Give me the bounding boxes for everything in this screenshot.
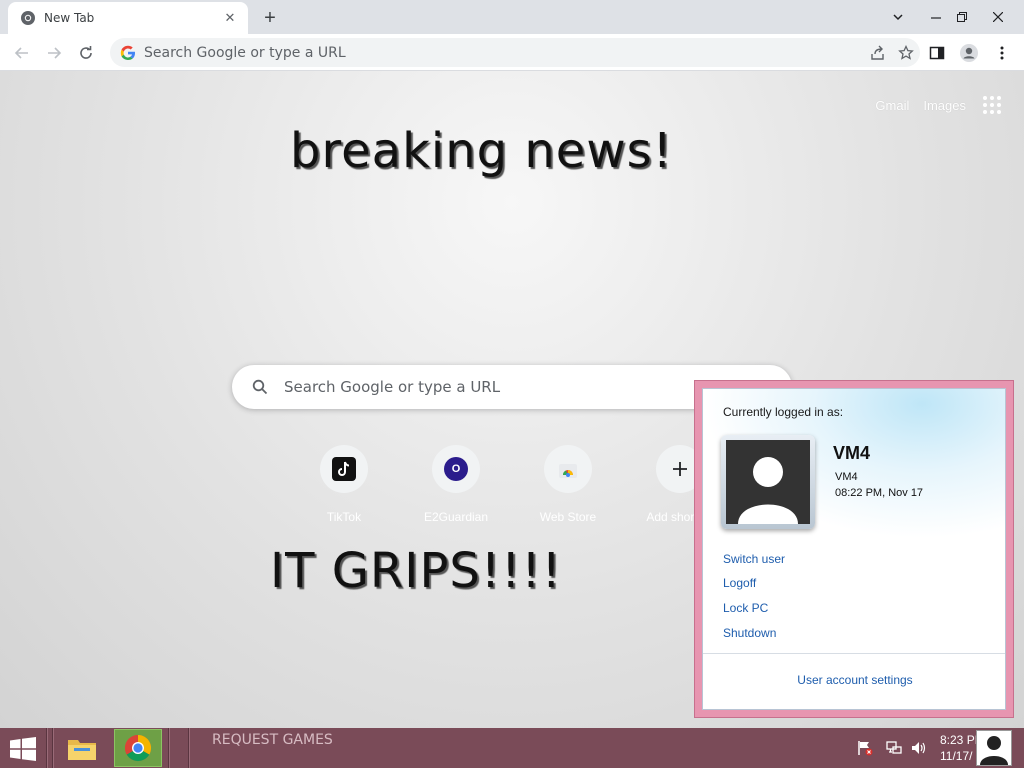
clock-time: 8:23 PM: [940, 733, 978, 747]
username: VM4: [833, 443, 871, 463]
request-games-button[interactable]: REQUEST GAMES: [212, 732, 333, 748]
forward-icon: [48, 47, 62, 59]
profile-button[interactable]: [955, 39, 983, 67]
gmail-link[interactable]: Gmail: [875, 98, 909, 113]
switch-user-link[interactable]: Switch user: [723, 552, 785, 566]
top-links: Gmail Images: [875, 93, 1004, 117]
file-explorer-icon: [68, 740, 96, 760]
tab-new-tab[interactable]: New Tab ✕: [8, 2, 248, 34]
shutdown-link[interactable]: Shutdown: [723, 626, 776, 640]
restore-icon: [957, 12, 967, 22]
google-g-icon: [120, 45, 136, 61]
windows-logo-icon: [10, 737, 36, 761]
shortcut-tiktok[interactable]: TikTok: [288, 445, 400, 524]
shortcut-e2guardian[interactable]: O E2Guardian: [400, 445, 512, 524]
close-icon[interactable]: ✕: [222, 10, 238, 26]
side-panel-icon: [929, 46, 945, 60]
logoff-link[interactable]: Logoff: [723, 576, 756, 590]
share-icon[interactable]: [864, 39, 892, 67]
reload-button[interactable]: [72, 39, 100, 67]
tab-search-button[interactable]: [882, 0, 914, 34]
shortcut-label: E2Guardian: [423, 510, 489, 524]
clock-date: 11/17/: [940, 749, 973, 763]
chrome-icon: [20, 10, 36, 26]
minimize-icon: [931, 17, 941, 19]
divider: [703, 653, 1005, 654]
shortcut-label: TikTok: [326, 510, 362, 524]
window-close-button[interactable]: [982, 0, 1014, 34]
omnibox-placeholder: Search Google or type a URL: [144, 44, 346, 61]
user-subtitle: VM4: [835, 471, 858, 483]
browser-toolbar: Search Google or type a URL: [0, 34, 1024, 71]
it-grips-text: IT GRIPS!!!!: [270, 543, 562, 599]
login-time: 08:22 PM, Nov 17: [835, 487, 924, 499]
network-icon[interactable]: [885, 739, 903, 757]
search-icon: [250, 377, 270, 397]
tiktok-icon: [320, 445, 368, 493]
restore-button[interactable]: [946, 0, 978, 34]
apps-grid-icon[interactable]: [980, 93, 1004, 117]
images-link[interactable]: Images: [923, 98, 966, 113]
breaking-news-text: breaking news!: [290, 123, 673, 179]
volume-icon[interactable]: [910, 739, 928, 757]
shortcut-web-store[interactable]: Web Store: [512, 445, 624, 524]
omnibox[interactable]: Search Google or type a URL: [110, 38, 920, 67]
back-button[interactable]: [8, 39, 36, 67]
kebab-menu-icon: [1000, 46, 1004, 60]
tab-title: New Tab: [44, 11, 95, 25]
chrome-taskbar-button[interactable]: [114, 729, 162, 767]
action-center-flag-icon[interactable]: [856, 739, 874, 757]
taskbar-grip[interactable]: [52, 728, 54, 768]
user-silhouette-icon: [726, 440, 810, 524]
user-account-settings-link[interactable]: User account settings: [703, 673, 1005, 687]
user-account-popup: Currently logged in as: VM4 VM4 08:22 PM…: [694, 380, 1014, 718]
user-avatar-icon[interactable]: [976, 730, 1012, 766]
webstore-icon: [544, 445, 592, 493]
star-icon[interactable]: [892, 39, 920, 67]
ntp-search-placeholder: Search Google or type a URL: [284, 378, 501, 396]
start-button[interactable]: [4, 732, 42, 766]
back-icon: [14, 47, 28, 59]
forward-button[interactable]: [40, 39, 68, 67]
user-popup-body: Currently logged in as: VM4 VM4 08:22 PM…: [702, 388, 1006, 710]
chrome-icon: [124, 734, 152, 762]
taskbar: REQUEST GAMES 8:23 PM 11/17/: [0, 728, 1024, 768]
tab-strip: New Tab ✕ +: [0, 0, 1024, 34]
new-tab-button[interactable]: +: [258, 6, 282, 30]
shortcut-label: Web Store: [539, 510, 597, 524]
lock-pc-link[interactable]: Lock PC: [723, 601, 768, 615]
file-explorer-button[interactable]: [58, 729, 106, 767]
close-icon: [993, 12, 1003, 22]
taskbar-clock[interactable]: 8:23 PM 11/17/: [940, 732, 978, 764]
taskbar-grip[interactable]: [168, 728, 170, 768]
e2guardian-letter: O: [444, 457, 468, 481]
e2guardian-icon: O: [432, 445, 480, 493]
logged-in-heading: Currently logged in as:: [723, 405, 844, 419]
avatar: [721, 435, 815, 529]
taskbar-grip[interactable]: [188, 728, 190, 768]
side-panel-button[interactable]: [923, 39, 951, 67]
chevron-down-icon: [893, 14, 903, 21]
reload-icon: [80, 46, 92, 59]
profile-icon: [960, 44, 978, 62]
taskbar-grip[interactable]: [46, 728, 48, 768]
plus-icon: +: [264, 6, 276, 29]
menu-button[interactable]: [988, 39, 1016, 67]
